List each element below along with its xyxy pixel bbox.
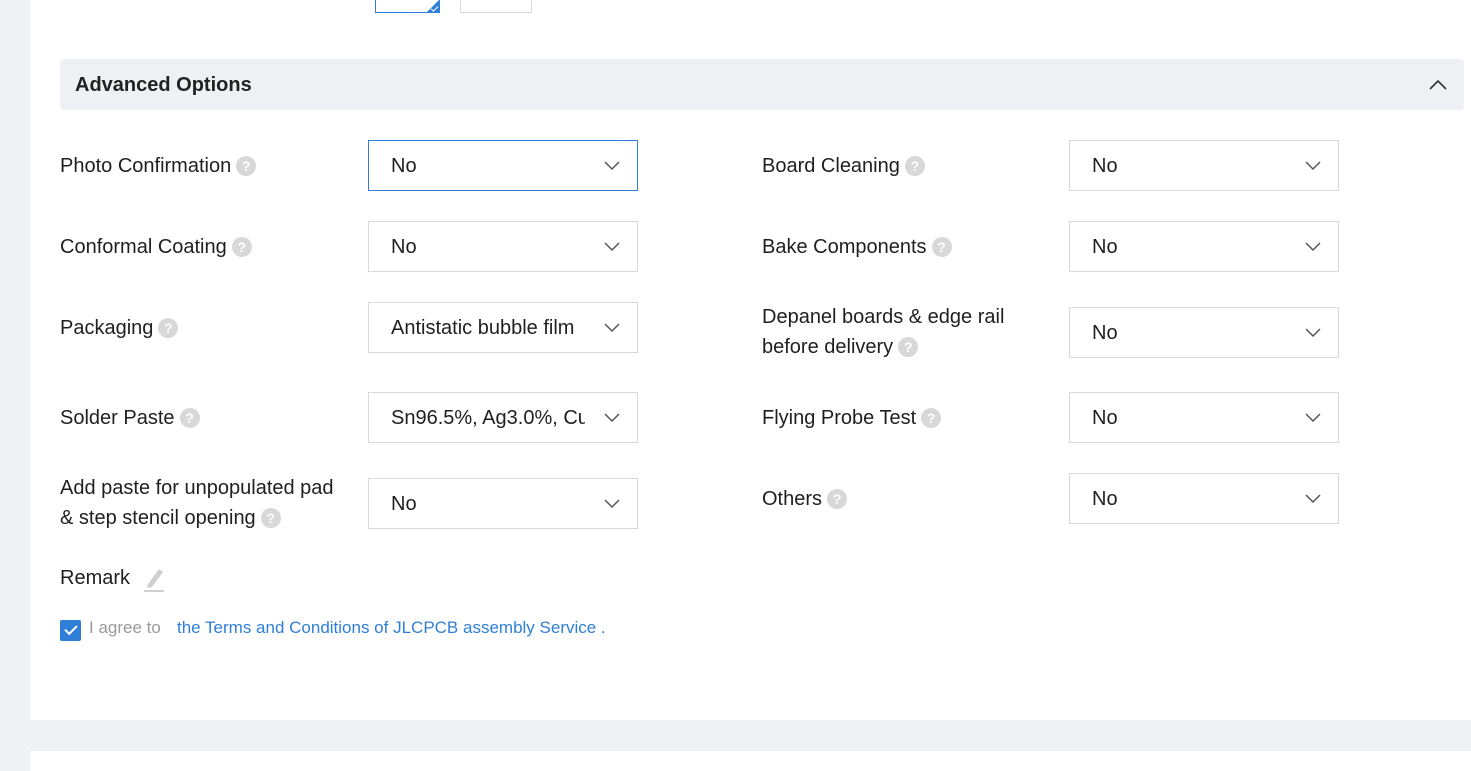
- packaging-text: Packaging: [60, 317, 154, 339]
- help-icon[interactable]: ?: [179, 407, 200, 428]
- solder-paste-text: Solder Paste: [60, 407, 175, 429]
- others-select[interactable]: No: [1069, 473, 1339, 524]
- option-card-unselected[interactable]: [460, 0, 532, 13]
- flying-probe-test-value: No: [1092, 407, 1118, 429]
- bake-components-select[interactable]: No: [1069, 221, 1339, 272]
- chevron-up-icon[interactable]: [1426, 74, 1450, 96]
- board-cleaning-value: No: [1092, 155, 1118, 177]
- help-icon[interactable]: ?: [898, 336, 919, 357]
- conformal-coating-text: Conformal Coating: [60, 236, 227, 258]
- remark-label: Remark: [60, 567, 131, 589]
- board-cleaning-select[interactable]: No: [1069, 140, 1339, 191]
- chevron-down-icon: [604, 242, 620, 252]
- others-label: Others?: [762, 484, 848, 514]
- solder-paste-value: Sn96.5%, Ag3.0%, Cu0.5%: [391, 407, 585, 429]
- conformal-coating-value: No: [391, 236, 417, 258]
- others-value: No: [1092, 488, 1118, 510]
- conformal-coating-label: Conformal Coating?: [60, 232, 252, 262]
- others-text: Others: [762, 488, 823, 510]
- solder-paste-label: Solder Paste?: [60, 403, 200, 433]
- depanel-text-line2: before delivery: [762, 336, 894, 358]
- flying-probe-test-select[interactable]: No: [1069, 392, 1339, 443]
- checkmark-icon: [64, 621, 78, 636]
- bake-components-label: Bake Components?: [762, 232, 952, 262]
- add-paste-value: No: [391, 493, 417, 515]
- add-paste-select[interactable]: No: [368, 478, 638, 529]
- help-icon[interactable]: ?: [231, 236, 252, 257]
- photo-confirmation-label: Photo Confirmation?: [60, 151, 257, 181]
- agree-checkbox[interactable]: [60, 620, 81, 641]
- bake-components-value: No: [1092, 236, 1118, 258]
- conformal-coating-select[interactable]: No: [368, 221, 638, 272]
- board-cleaning-text: Board Cleaning: [762, 155, 900, 177]
- depanel-value: No: [1092, 322, 1118, 344]
- options-panel: Advanced Options Photo Confirmation? No …: [30, 0, 1471, 720]
- flying-probe-test-label: Flying Probe Test?: [762, 403, 942, 433]
- bake-components-text: Bake Components: [762, 236, 927, 258]
- chevron-down-icon: [1305, 494, 1321, 504]
- option-card-selected[interactable]: [375, 0, 440, 13]
- terms-link[interactable]: the Terms and Conditions of JLCPCB assem…: [177, 618, 606, 638]
- board-cleaning-label: Board Cleaning?: [762, 151, 925, 181]
- depanel-select[interactable]: No: [1069, 307, 1339, 358]
- chevron-down-icon: [1305, 161, 1321, 171]
- chevron-down-icon: [604, 413, 620, 423]
- packaging-label: Packaging?: [60, 313, 179, 343]
- depanel-text-line1: Depanel boards & edge rail: [762, 306, 1005, 328]
- photo-confirmation-select[interactable]: No: [368, 140, 638, 191]
- help-icon[interactable]: ?: [260, 507, 281, 528]
- chevron-down-icon: [604, 499, 620, 509]
- add-paste-text-line2: & step stencil opening: [60, 507, 256, 529]
- packaging-value: Antistatic bubble film: [391, 317, 575, 339]
- chevron-down-icon: [1305, 242, 1321, 252]
- help-icon[interactable]: ?: [827, 488, 848, 509]
- help-icon[interactable]: ?: [236, 155, 257, 176]
- help-icon[interactable]: ?: [904, 155, 925, 176]
- advanced-options-title: Advanced Options: [75, 74, 252, 96]
- add-paste-label: Add paste for unpopulated pad & step ste…: [60, 473, 334, 533]
- agree-prefix-text: I agree to: [89, 618, 161, 637]
- chevron-down-icon: [1305, 413, 1321, 423]
- pencil-icon[interactable]: [142, 566, 166, 592]
- help-icon[interactable]: ?: [921, 407, 942, 428]
- solder-paste-select[interactable]: Sn96.5%, Ag3.0%, Cu0.5%: [368, 392, 638, 443]
- packaging-select[interactable]: Antistatic bubble film: [368, 302, 638, 353]
- chevron-down-icon: [604, 161, 620, 171]
- advanced-options-header[interactable]: Advanced Options: [60, 59, 1464, 110]
- depanel-label: Depanel boards & edge rail before delive…: [762, 302, 1004, 362]
- chevron-down-icon: [604, 323, 620, 333]
- photo-confirmation-value: No: [391, 155, 417, 177]
- help-icon[interactable]: ?: [158, 317, 179, 338]
- help-icon[interactable]: ?: [931, 236, 952, 257]
- flying-probe-test-text: Flying Probe Test: [762, 407, 917, 429]
- chevron-down-icon: [1305, 328, 1321, 338]
- next-section-panel: [30, 751, 1471, 771]
- photo-confirmation-text: Photo Confirmation: [60, 155, 232, 177]
- add-paste-text-line1: Add paste for unpopulated pad: [60, 477, 334, 499]
